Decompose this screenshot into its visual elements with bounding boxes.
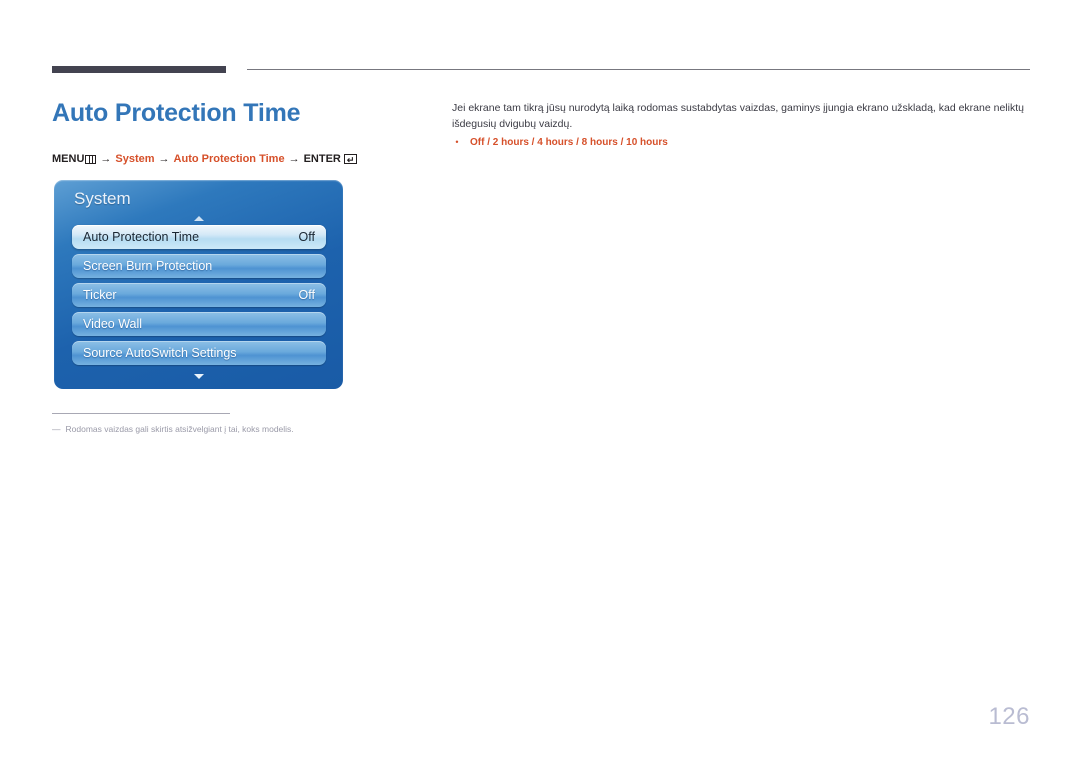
menu-path-arrow-3: → — [288, 153, 300, 165]
osd-item-label: Ticker — [83, 288, 117, 302]
page-title: Auto Protection Time — [52, 99, 301, 127]
osd-item-label: Video Wall — [83, 317, 143, 331]
header-rule-thin — [247, 69, 1030, 70]
menu-path-arrow-2: → — [158, 153, 170, 165]
page-number: 126 — [988, 703, 1030, 730]
menu-grid-icon — [85, 154, 97, 164]
header-rule-thick — [52, 66, 226, 73]
osd-item-label: Source AutoSwitch Settings — [83, 346, 237, 360]
osd-item-label: Auto Protection Time — [83, 230, 200, 244]
osd-item-ticker[interactable]: Ticker Off — [72, 283, 326, 307]
osd-item-source-autoswitch-settings[interactable]: Source AutoSwitch Settings — [72, 341, 326, 365]
options-line: Off / 2 hours / 4 hours / 8 hours / 10 h… — [470, 137, 668, 148]
osd-menu-list: Auto Protection Time Off Screen Burn Pro… — [72, 225, 326, 370]
enter-return-icon: ↵ — [343, 154, 357, 164]
menu-path-step-system: System — [115, 153, 155, 165]
footnote-divider — [52, 413, 230, 414]
osd-item-screen-burn-protection[interactable]: Screen Burn Protection — [72, 254, 326, 278]
footnote-text: Rodomas vaizdas gali skirtis atsižvelgia… — [65, 424, 294, 434]
osd-item-value: Off — [298, 288, 315, 302]
osd-item-label: Screen Burn Protection — [83, 259, 213, 273]
bullet-dot-icon: • — [455, 137, 459, 147]
footnote: ― Rodomas vaizdas gali skirtis atsižvelg… — [52, 424, 294, 434]
chevron-down-icon[interactable] — [193, 374, 204, 379]
list-item: • Off / 2 hours / 4 hours / 8 hours / 10… — [452, 135, 1032, 150]
osd-panel-system: System Auto Protection Time Off Screen B… — [54, 180, 343, 389]
menu-path-breadcrumb: MENU → System → Auto Protection Time → E… — [52, 153, 357, 165]
menu-path-step-auto-protection-time: Auto Protection Time — [173, 153, 285, 165]
options-bullet-list: • Off / 2 hours / 4 hours / 8 hours / 10… — [452, 135, 1032, 150]
menu-path-arrow-1: → — [100, 153, 112, 165]
osd-panel-title: System — [74, 189, 131, 208]
manual-page: Auto Protection Time MENU → System → Aut… — [0, 0, 1080, 763]
osd-item-value: Off — [298, 230, 315, 244]
menu-path-enter-label: ENTER — [303, 153, 341, 165]
chevron-up-icon[interactable] — [193, 216, 204, 221]
menu-path-menu-label: MENU — [52, 153, 85, 165]
osd-item-auto-protection-time[interactable]: Auto Protection Time Off — [72, 225, 326, 249]
description-paragraph: Jei ekrane tam tikrą jūsų nurodytą laiką… — [452, 102, 1024, 130]
footnote-dash: ― — [52, 424, 61, 434]
osd-item-video-wall[interactable]: Video Wall — [72, 312, 326, 336]
